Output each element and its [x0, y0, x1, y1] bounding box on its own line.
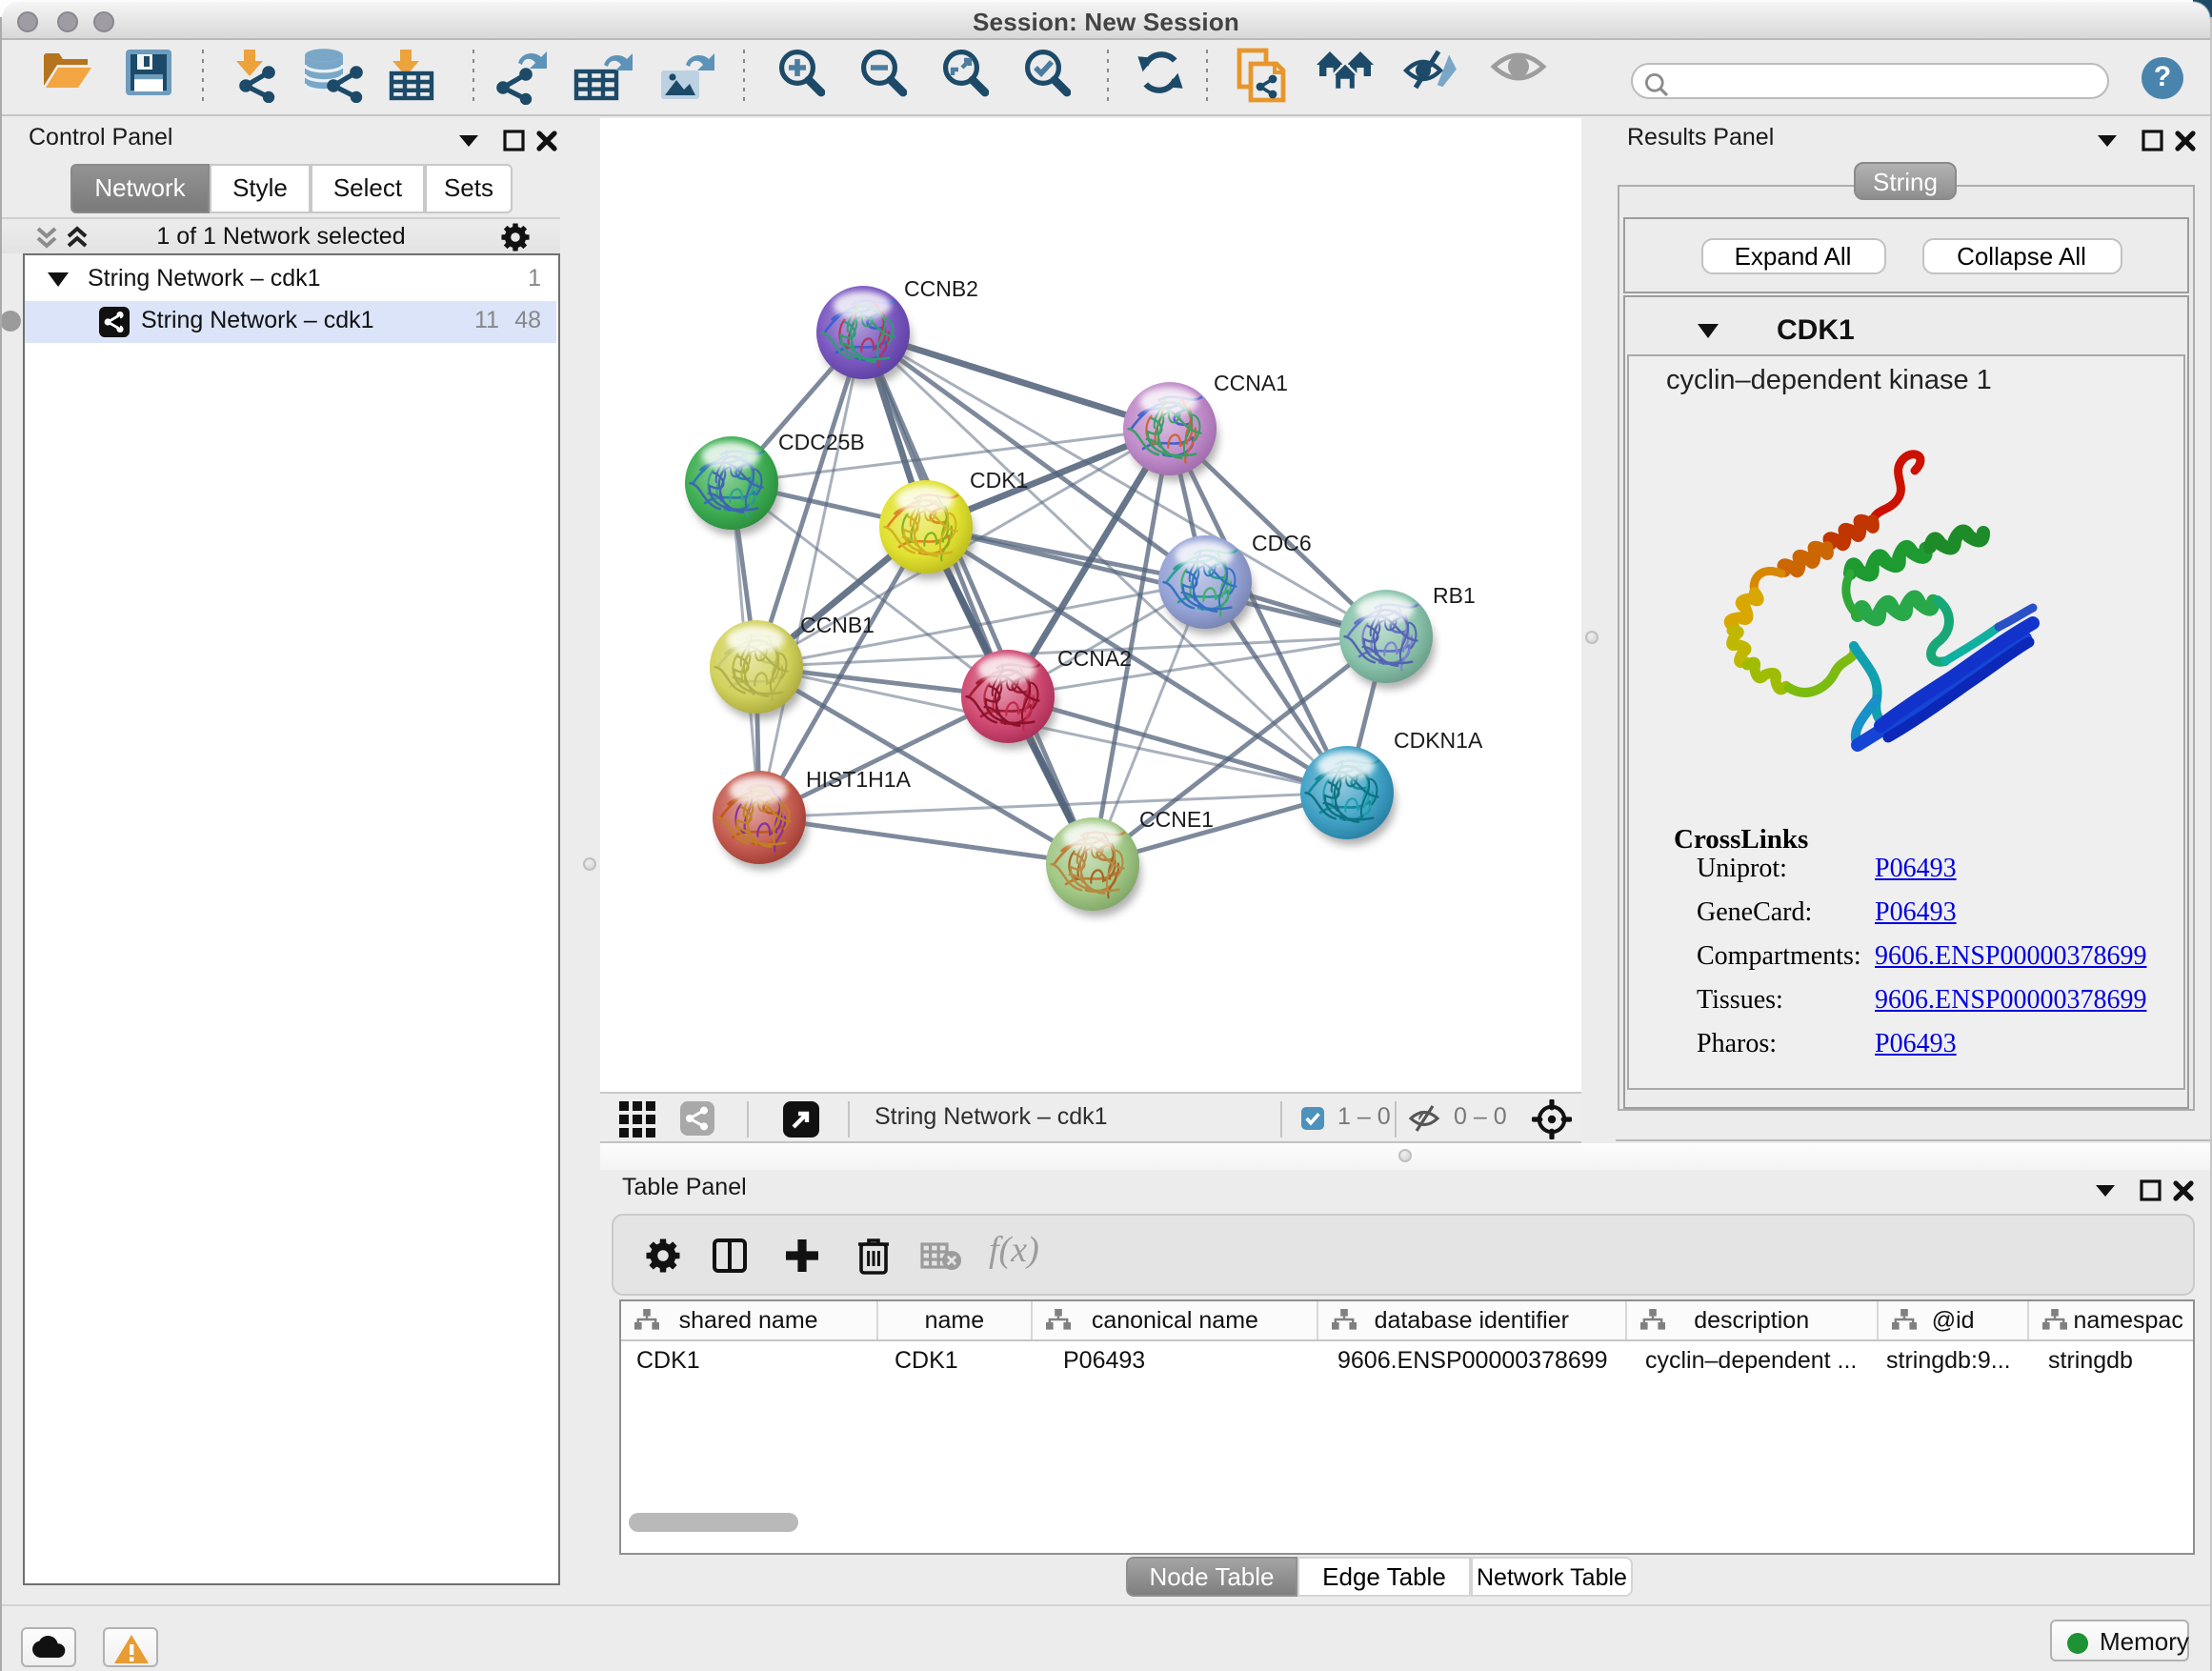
svg-text:CCNA2: CCNA2: [1057, 646, 1132, 671]
svg-text:CCNB2: CCNB2: [904, 276, 978, 301]
svg-text:RB1: RB1: [1433, 583, 1476, 608]
svg-text:CCNB1: CCNB1: [800, 613, 875, 637]
svg-text:CDC25B: CDC25B: [778, 430, 865, 454]
svg-text:CCNE1: CCNE1: [1139, 807, 1214, 832]
svg-text:CDKN1A: CDKN1A: [1394, 728, 1483, 753]
svg-text:HIST1H1A: HIST1H1A: [806, 767, 912, 792]
svg-text:CDK1: CDK1: [970, 468, 1028, 493]
svg-text:CDC6: CDC6: [1252, 531, 1312, 555]
svg-text:CCNA1: CCNA1: [1214, 371, 1288, 395]
